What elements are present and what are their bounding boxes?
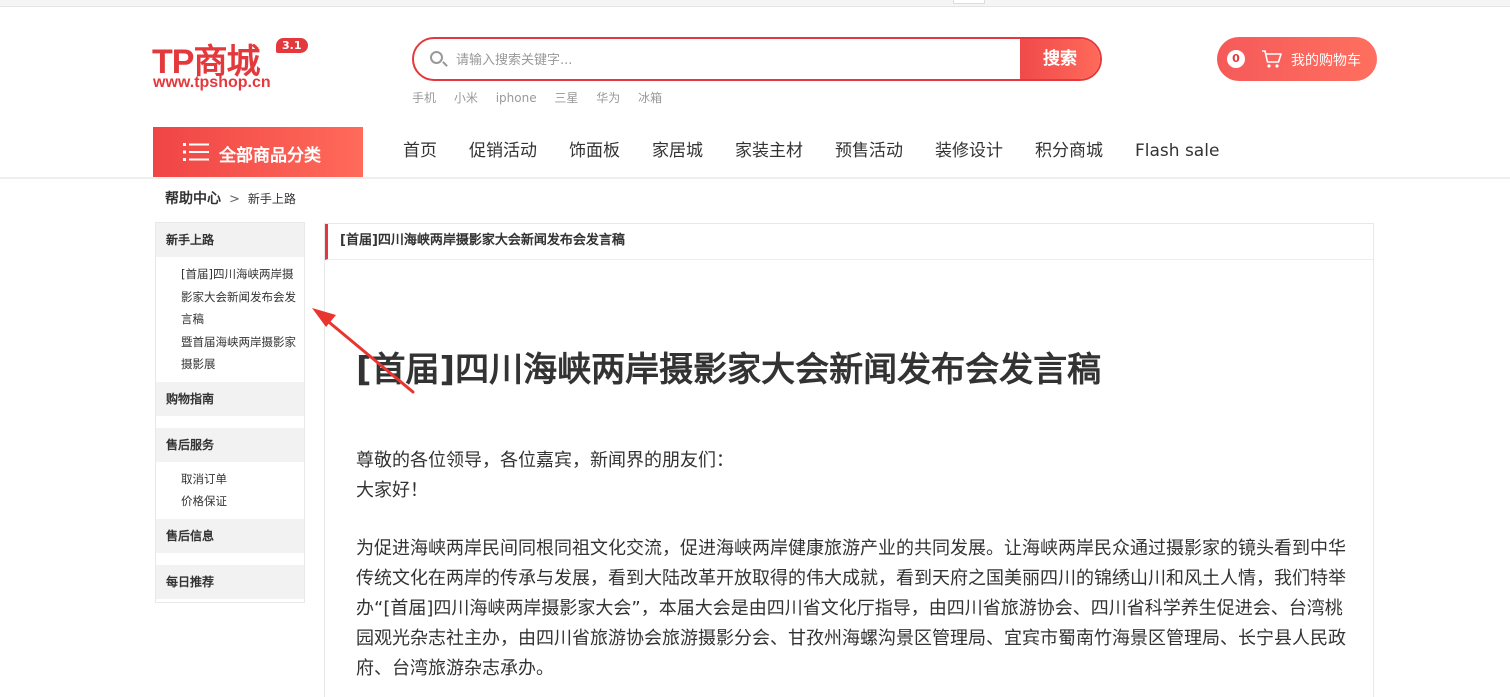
breadcrumb: 帮助中心 > 新手上路 [165,188,296,208]
article-header: [首届]四川海峡两岸摄影家大会新闻发布会发言稿 [325,224,1373,260]
sidebar-item-article[interactable]: 暨首届海峡两岸摄影家摄影展 [181,331,301,376]
nav-link-decoration-design[interactable]: 装修设计 [919,127,1019,177]
breadcrumb-separator: > [229,192,240,207]
article-paragraph: 为促进海峡两岸民间同根同祖文化交流，促进海峡两岸健康旅游产业的共同发展。让海峡两… [356,538,1346,679]
breadcrumb-current: 新手上路 [247,192,296,206]
search-icon [430,51,443,64]
cart-button[interactable]: 0 我的购物车 [1217,37,1377,81]
sidebar-section-after-sales-info[interactable]: 售后信息 [156,518,304,553]
nav-link-presale[interactable]: 预售活动 [819,127,919,177]
nav-link-promotions[interactable]: 促销活动 [453,127,553,177]
cart-label: 我的购物车 [1291,53,1361,69]
greeting-line: 大家好！ [356,480,428,501]
article-title: [首届]四川海峡两岸摄影家大会新闻发布会发言稿 [356,350,1102,390]
breadcrumb-root[interactable]: 帮助中心 [165,191,221,207]
greeting-line: 尊敬的各位领导，各位嘉宾，新闻界的朋友们： [356,450,734,471]
article-greeting: 尊敬的各位领导，各位嘉宾，新闻界的朋友们： 大家好！ [356,446,734,506]
logo-url: www.tpshop.cn [153,74,271,91]
nav-link-points-mall[interactable]: 积分商城 [1019,127,1119,177]
hot-word[interactable]: 手机 [412,91,436,105]
nav-link-main-materials[interactable]: 家装主材 [719,127,819,177]
shopping-cart-icon [1262,50,1282,68]
site-logo[interactable]: TP商城 3.1 www.tpshop.cn [152,34,322,104]
top-bar [0,0,1510,7]
hot-word[interactable]: 冰箱 [638,91,662,105]
sidebar-item-cancel-order[interactable]: 取消订单 [181,468,301,491]
search-button[interactable]: 搜索 [1020,39,1100,79]
hot-words: 手机 小米 iphone 三星 华为 冰箱 [412,89,676,106]
hot-word[interactable]: iphone [496,91,537,105]
main-nav: 全部商品分类 首页 促销活动 饰面板 家居城 家装主材 预售活动 装修设计 积分… [0,127,1510,179]
nav-links: 首页 促销活动 饰面板 家居城 家装主材 预售活动 装修设计 积分商城 Flas… [387,127,1235,177]
search-input[interactable] [454,39,1018,79]
sidebar-section-daily-recommend[interactable]: 每日推荐 [156,564,304,599]
hot-word[interactable]: 小米 [454,91,478,105]
hot-word[interactable]: 华为 [596,91,620,105]
help-sidebar: 新手上路 [首届]四川海峡两岸摄影家大会新闻发布会发言稿 暨首届海峡两岸摄影家摄… [155,222,305,603]
sidebar-item-price-guarantee[interactable]: 价格保证 [181,490,301,513]
menu-list-icon [183,143,209,161]
cart-count-badge: 0 [1227,50,1245,68]
sidebar-section-after-sales[interactable]: 售后服务 [156,427,304,462]
sidebar-item-article[interactable]: [首届]四川海峡两岸摄影家大会新闻发布会发言稿 [181,263,301,331]
sidebar-list: [首届]四川海峡两岸摄影家大会新闻发布会发言稿 暨首届海峡两岸摄影家摄影展 [156,257,304,382]
sidebar-section-shopping-guide[interactable]: 购物指南 [156,381,304,416]
nav-link-veneer[interactable]: 饰面板 [553,127,636,177]
all-categories-button[interactable]: 全部商品分类 [153,127,363,177]
all-categories-label: 全部商品分类 [219,146,321,166]
sidebar-section-beginner[interactable]: 新手上路 [156,223,304,257]
logo-version-badge: 3.1 [276,38,308,53]
search-bar: 搜索 [412,37,1102,81]
nav-link-home[interactable]: 首页 [387,127,453,177]
top-bar-tab[interactable] [953,0,985,4]
hot-word[interactable]: 三星 [554,91,578,105]
article-panel: [首届]四川海峡两岸摄影家大会新闻发布会发言稿 [首届]四川海峡两岸摄影家大会新… [324,223,1374,697]
nav-link-home-furnishing[interactable]: 家居城 [636,127,719,177]
nav-link-flash-sale[interactable]: Flash sale [1119,127,1235,177]
sidebar-list: 取消订单 价格保证 [156,462,304,519]
